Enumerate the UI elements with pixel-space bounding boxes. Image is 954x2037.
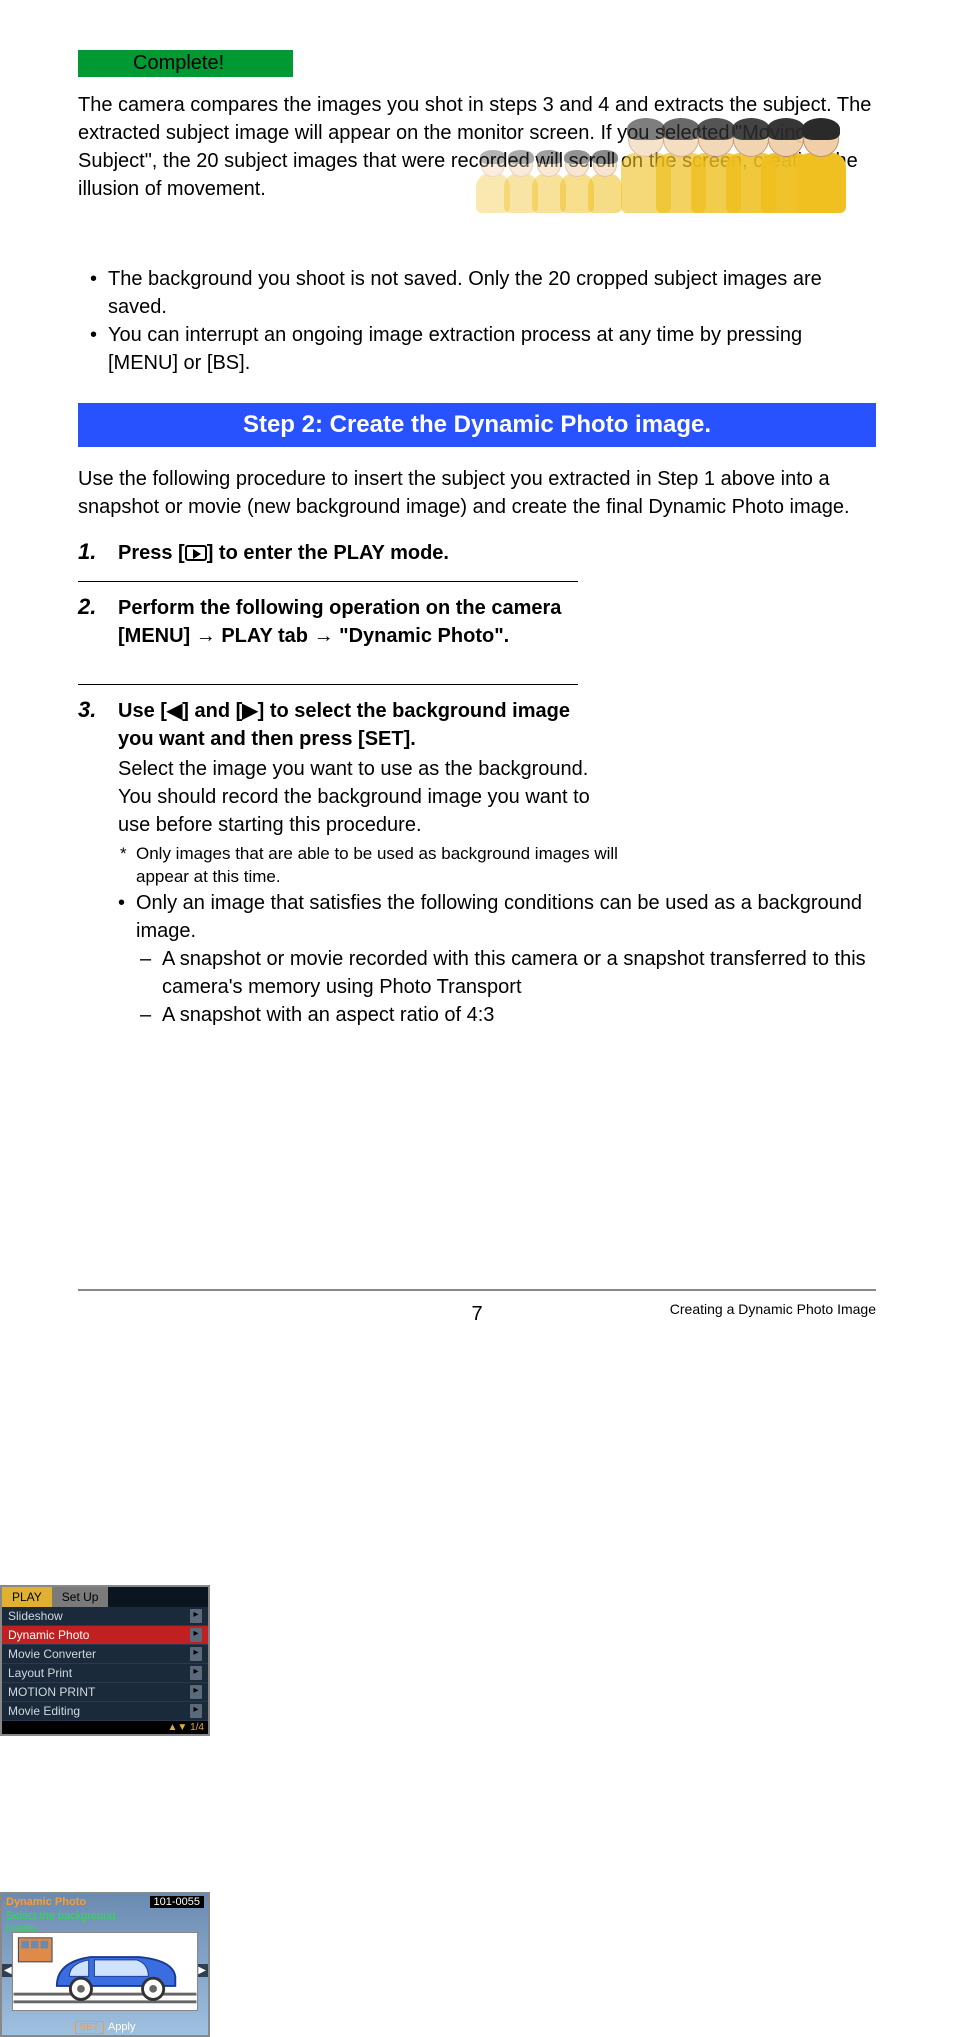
step3-footnote: Only images that are able to be used as …	[118, 843, 638, 889]
step-number: 3.	[78, 697, 118, 723]
step2-line2-c: "Dynamic Photo".	[334, 625, 510, 647]
cam-menu-label: Movie Editing	[8, 1704, 80, 1718]
cam-tab-setup: Set Up	[52, 1587, 109, 1607]
play-mode-icon	[185, 545, 207, 561]
page-footer: 7 Creating a Dynamic Photo Image	[78, 1289, 876, 1317]
car-set-label: SET	[75, 2021, 104, 2034]
step2-line2-b: PLAY tab	[216, 625, 314, 647]
step-number: 1.	[78, 539, 118, 565]
cam-menu-label: Dynamic Photo	[8, 1628, 89, 1642]
numbered-step-2: 2. Perform the following operation on th…	[78, 594, 876, 654]
cam-menu-label: Movie Converter	[8, 1647, 96, 1661]
step2-intro: Use the following procedure to insert th…	[78, 465, 876, 521]
camera-menu-screenshot: PLAY Set Up Slideshow ▸ Dynamic Photo ▸ Mo…	[0, 1585, 210, 1736]
step-number: 2.	[78, 594, 118, 620]
car-drawing	[12, 1932, 198, 2011]
intro-block: The camera compares the images you shot …	[78, 91, 876, 261]
section-complete-bar: Complete!	[78, 50, 293, 77]
cam-tab-play: PLAY	[2, 1587, 52, 1607]
arrow-icon: →	[196, 625, 216, 647]
intro-bullet-list: The background you shoot is not saved. O…	[78, 265, 876, 377]
separator	[78, 581, 578, 582]
cam-menu-item-selected: Dynamic Photo ▸	[2, 1626, 208, 1645]
step3-text: Select the image you want to use as the …	[118, 755, 598, 839]
car-file-number: 101-0055	[150, 1896, 205, 1908]
step2-banner: Step 2: Create the Dynamic Photo image.	[78, 403, 876, 447]
cam-menu-item: MOTION PRINT ▸	[2, 1683, 208, 1702]
chevron-right-icon: ▸	[190, 1666, 202, 1680]
arrow-icon: →	[314, 625, 334, 647]
numbered-step-1: 1. Press [ ] to enter the PLAY mode.	[78, 539, 876, 567]
separator	[78, 684, 578, 685]
subject-sequence-illustration	[476, 53, 876, 213]
chevron-right-icon: ▸	[190, 1704, 202, 1718]
numbered-step-3: 3. Use [◀] and [▶] to select the backgro…	[78, 697, 876, 1029]
cam-menu-item: Movie Converter ▸	[2, 1645, 208, 1664]
step2-line2: [MENU] → PLAY tab → "Dynamic Photo".	[118, 622, 876, 650]
step3-dash-1: A snapshot or movie recorded with this c…	[78, 945, 876, 1001]
intro-bullet-2: You can interrupt an ongoing image extra…	[78, 321, 876, 377]
chevron-right-icon: ▸	[190, 1609, 202, 1623]
car-title: Dynamic Photo	[6, 1896, 86, 1908]
step1-title: Press [ ] to enter the PLAY mode.	[118, 539, 876, 567]
cam-menu-label: Slideshow	[8, 1609, 63, 1623]
car-message-line1: Select the background	[2, 1910, 208, 1922]
step3-dash-2: A snapshot with an aspect ratio of 4:3	[78, 1001, 876, 1029]
step1-title-before: Press [	[118, 542, 185, 564]
chevron-right-icon: ▸	[190, 1647, 202, 1661]
step3-title: Use [◀] and [▶] to select the background…	[118, 697, 598, 753]
camera-background-select-screenshot: Dynamic Photo 101-0055 Select the backgr…	[0, 1892, 210, 2037]
chevron-right-icon: ▸	[190, 1685, 202, 1699]
cam-menu-item: Movie Editing ▸	[2, 1702, 208, 1721]
page-number: 7	[471, 1303, 482, 1326]
cam-menu-footer: ▲▼ 1/4	[2, 1721, 208, 1734]
intro-bullet-1: The background you shoot is not saved. O…	[78, 265, 876, 321]
cam-menu-list: Slideshow ▸ Dynamic Photo ▸ Movie Converte…	[2, 1607, 208, 1721]
step2-line1: Perform the following operation on the c…	[118, 594, 876, 622]
nav-right-icon: ▶	[196, 1964, 208, 1977]
cam-menu-item: Slideshow ▸	[2, 1607, 208, 1626]
complete-label: Complete!	[78, 52, 293, 75]
cam-menu-label: Layout Print	[8, 1666, 72, 1680]
cam-menu-item: Layout Print ▸	[2, 1664, 208, 1683]
step2-line2-a: [MENU]	[118, 625, 196, 647]
step1-title-after: ] to enter the PLAY mode.	[207, 542, 449, 564]
car-apply-label: Apply	[108, 2021, 136, 2033]
cam-menu-label: MOTION PRINT	[8, 1685, 95, 1699]
chevron-right-icon: ▸	[190, 1628, 202, 1642]
step3-sub-bullet: Only an image that satisfies the followi…	[78, 889, 876, 945]
